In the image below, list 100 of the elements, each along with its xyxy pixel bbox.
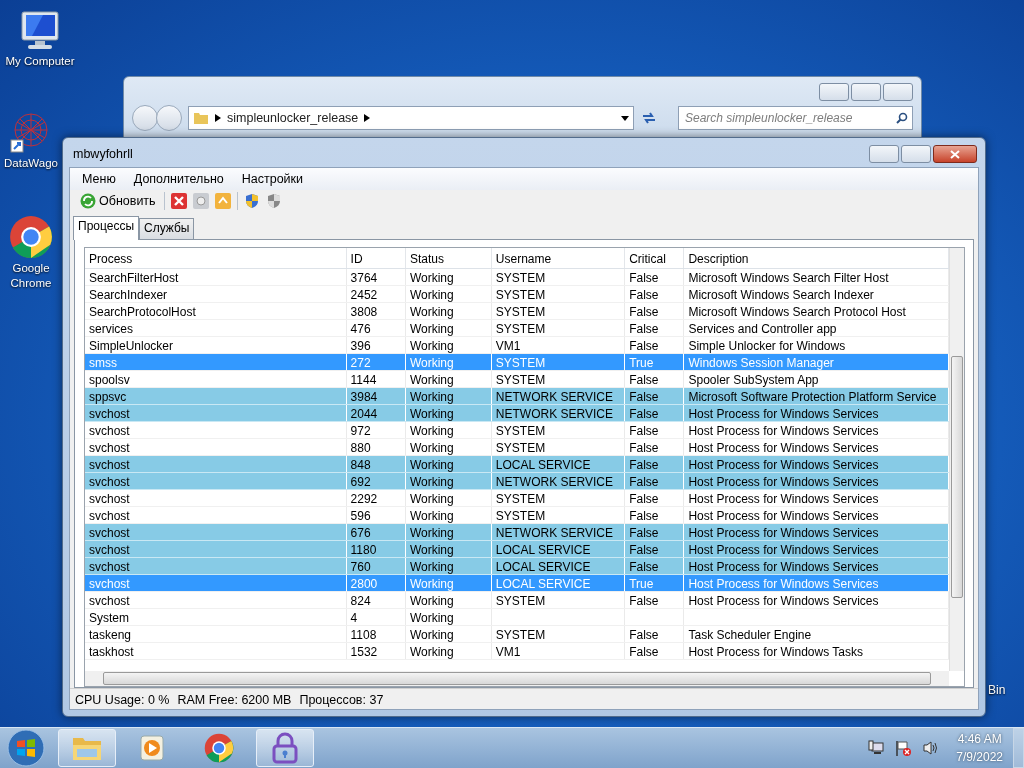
table-cell: 676 [346,524,406,540]
table-row[interactable]: svchost 1180 Working LOCAL SERVICE False Host Process for Windows Services [85,541,949,558]
desktop-icon-label[interactable]: My Computer [5,54,75,69]
table-cell: 1144 [346,371,406,387]
table-cell: SYSTEM [491,371,626,387]
table-row[interactable]: svchost 692 Working NETWORK SERVICE False Host Process for Windows Services [85,473,949,490]
table-cell: False [625,592,685,608]
search-icon [896,112,908,124]
start-button[interactable] [6,728,46,768]
horizontal-scrollbar[interactable] [85,671,949,686]
back-button[interactable] [132,105,158,131]
table-cell: services [85,320,347,336]
desktop-icon-label[interactable]: DataWago [4,156,58,171]
column-header[interactable]: Status [405,248,492,268]
network-icon[interactable] [868,740,885,756]
table-row[interactable]: svchost 848 Working LOCAL SERVICE False Host Process for Windows Services [85,456,949,473]
table-cell: Microsoft Windows Search Indexer [684,286,949,302]
table-cell: Microsoft Software Protection Platform Service [684,388,949,404]
delete-icon[interactable] [170,193,187,209]
desktop-icon-label[interactable]: Bin [988,683,1006,697]
table-cell: False [625,558,685,574]
vertical-scrollbar[interactable] [949,248,964,671]
menu-item[interactable]: Настройки [235,170,310,188]
table-cell: svchost [85,473,347,489]
search-field[interactable]: Search simpleunlocker_release [678,106,913,130]
shield-icon[interactable] [265,193,282,209]
table-row[interactable]: svchost 972 Working SYSTEM False Host Process for Windows Services [85,422,949,439]
table-row[interactable]: taskeng 1108 Working SYSTEM False Task Scheduler Engine [85,626,949,643]
refresh-icon[interactable] [640,110,658,126]
table-cell: 596 [346,507,406,523]
maximize-button[interactable] [901,145,931,163]
table-cell: svchost [85,541,347,557]
table-row[interactable]: SearchProtocolHost 3808 Working SYSTEM False Microsoft Windows Search Protocol Host [85,303,949,320]
table-cell: SYSTEM [491,422,626,438]
tab[interactable]: Службы [139,218,195,239]
column-header[interactable]: ID [346,248,406,268]
table-cell: Host Process for Windows Services [684,439,949,455]
minimize-button[interactable] [819,83,849,101]
table-cell: 2044 [346,405,406,421]
table-cell: svchost [85,524,347,540]
table-row[interactable]: svchost 2292 Working SYSTEM False Host Process for Windows Services [85,490,949,507]
shield-icon[interactable] [243,193,260,209]
forward-button[interactable] [156,105,182,131]
table-cell: 1180 [346,541,406,557]
table-row[interactable]: svchost 760 Working LOCAL SERVICE False Host Process for Windows Services [85,558,949,575]
table-row[interactable]: sppsvc 3984 Working NETWORK SERVICE False Microsoft Software Protection Platform Service [85,388,949,405]
column-header[interactable]: Username [491,248,626,268]
flag-icon[interactable] [894,739,913,757]
maximize-button[interactable] [851,83,881,101]
minimize-button[interactable] [869,145,899,163]
table-cell: svchost [85,558,347,574]
table-row[interactable]: svchost 676 Working NETWORK SERVICE False Host Process for Windows Services [85,524,949,541]
table-cell: Host Process for Windows Services [684,456,949,472]
table-cell: False [625,337,685,353]
table-cell: Host Process for Windows Services [684,507,949,523]
dropdown-icon[interactable] [621,115,629,121]
table-cell: smss [85,354,347,370]
table-row[interactable]: SearchIndexer 2452 Working SYSTEM False Microsoft Windows Search Indexer [85,286,949,303]
menu-item[interactable]: Меню [76,170,122,188]
table-cell: sppsvc [85,388,347,404]
table-cell: False [625,422,685,438]
table-row[interactable]: SearchFilterHost 3764 Working SYSTEM False Microsoft Windows Search Filter Host [85,269,949,286]
table-cell: SYSTEM [491,626,626,642]
close-button[interactable] [933,145,977,163]
table-cell: 2292 [346,490,406,506]
table-cell: SYSTEM [491,354,626,370]
table-cell: Working [405,388,492,404]
table-cell: False [625,320,685,336]
scroll-thumb[interactable] [951,356,963,598]
menu-item[interactable]: Дополнительно [127,170,230,188]
table-cell: Working [405,456,492,472]
table-row[interactable]: taskhost 1532 Working VM1 False Host Process for Windows Tasks [85,643,949,660]
scroll-thumb[interactable] [103,672,931,685]
table-row[interactable]: svchost 824 Working SYSTEM False Host Process for Windows Services [85,592,949,609]
column-header[interactable]: Critical [625,248,685,268]
address-bar[interactable]: simpleunlocker_release [188,106,634,130]
table-cell: LOCAL SERVICE [491,541,626,557]
table-cell: Working [405,303,492,319]
table-cell: SYSTEM [491,286,626,302]
table-cell: SYSTEM [491,439,626,455]
table-cell: 476 [346,320,406,336]
column-header[interactable]: Description [684,248,949,268]
address-path: simpleunlocker_release [227,111,359,125]
table-cell: NETWORK SERVICE [491,524,626,540]
desktop-icon-label[interactable]: Google Chrome [1,261,61,291]
table-cell: False [625,643,685,659]
table-cell: False [625,405,685,421]
tab[interactable]: Процессы [73,216,139,240]
table-cell: VM1 [491,643,626,659]
table-cell: Services and Controller app [684,320,949,336]
table-row[interactable]: svchost 2044 Working NETWORK SERVICE False Host Process for Windows Services [85,405,949,422]
table-cell: svchost [85,490,347,506]
table-cell: svchost [85,456,347,472]
table-row[interactable]: services 476 Working SYSTEM False Services and Controller app [85,320,949,337]
refresh-button[interactable]: Обновить [78,192,158,210]
refresh-icon [80,193,96,209]
close-icon [950,149,960,159]
table-row[interactable]: System 4 Working [85,609,949,626]
taskbar-button[interactable] [256,729,314,767]
column-header[interactable]: Process [85,248,347,268]
